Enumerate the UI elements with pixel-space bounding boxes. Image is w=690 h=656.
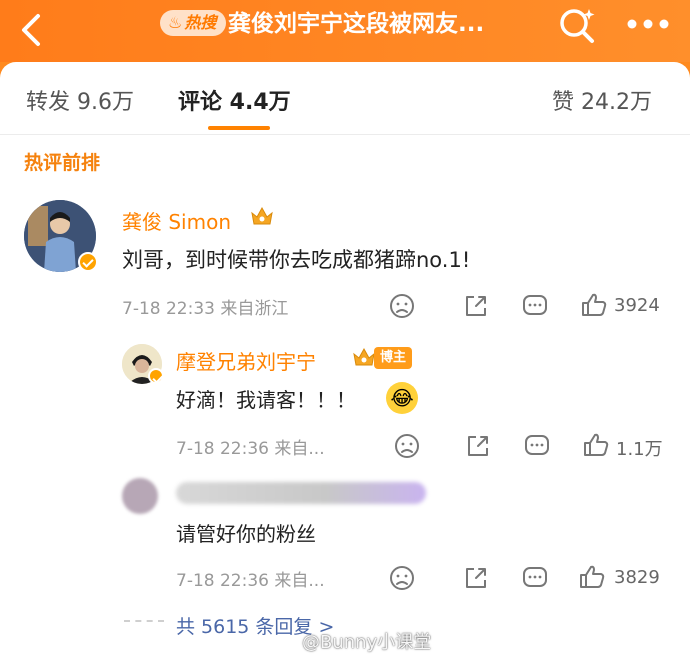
share-icon	[466, 296, 486, 316]
verified-badge-icon	[78, 252, 98, 272]
more-dots-icon	[627, 19, 669, 29]
comment-icon	[523, 567, 547, 587]
back-button[interactable]	[14, 10, 54, 50]
avatar[interactable]	[122, 478, 158, 514]
reply-button[interactable]	[521, 564, 549, 592]
like-button[interactable]	[578, 563, 606, 591]
section-title: 热评前排	[24, 152, 101, 174]
author-badge: 博主	[374, 347, 413, 369]
thumbs-up-icon	[580, 565, 605, 588]
active-tab-indicator	[208, 126, 270, 130]
reply-text: 请管好你的粉丝	[176, 522, 316, 546]
sad-face-icon	[395, 434, 419, 458]
sad-face-icon	[390, 566, 414, 590]
tab-comments[interactable]: 评论 4.4万	[178, 84, 291, 116]
share-icon	[466, 568, 486, 588]
share-icon	[468, 436, 488, 456]
hot-badge-label: 热搜	[184, 13, 217, 32]
like-count: 3924	[614, 295, 660, 316]
watermark: @Bunny小课堂	[302, 632, 432, 653]
reply-button[interactable]	[523, 432, 551, 460]
comment-meta: 7-18 22:33 来自浙江	[122, 299, 289, 319]
comments-panel: 转发 9.6万 评论 4.4万 赞 24.2万 热评前排 龚俊 Simon 刘哥…	[0, 62, 690, 656]
laughing-emoji-icon: 😂	[386, 382, 418, 414]
sad-face-icon	[390, 294, 414, 318]
flame-icon: ♨	[168, 13, 183, 32]
comment-icon	[525, 435, 549, 455]
comment-text: 刘哥，到时候带你去吃成都猪蹄no.1!	[122, 248, 471, 272]
tab-bar: 转发 9.6万 评论 4.4万 赞 24.2万	[0, 62, 690, 135]
verified-badge-icon	[148, 368, 164, 384]
page-title: 龚俊刘宇宁这段被网友...	[228, 11, 485, 37]
like-button[interactable]	[582, 431, 610, 459]
search-button[interactable]	[556, 5, 598, 45]
reply-meta: 7-18 22:36 来自...	[176, 439, 325, 459]
more-button[interactable]	[624, 14, 672, 34]
comment-username[interactable]: 龚俊 Simon	[122, 206, 231, 235]
crown-icon	[353, 347, 375, 366]
blurred-username	[176, 482, 426, 504]
comment-icon	[523, 295, 547, 315]
tab-likes[interactable]: 赞 24.2万	[552, 84, 652, 116]
back-arrow-icon	[22, 14, 40, 46]
thumbs-up-icon	[584, 433, 609, 456]
like-count: 1.1万	[616, 439, 663, 460]
dislike-button[interactable]	[388, 564, 416, 592]
top-bar: ♨ 热搜 龚俊刘宇宁这段被网友...	[0, 0, 690, 62]
reply-meta: 7-18 22:36 来自...	[176, 571, 325, 591]
divider	[124, 620, 164, 624]
dislike-button[interactable]	[388, 292, 416, 320]
reply-text: 好滴！我请客！！！	[176, 388, 356, 412]
search-sparkle-icon	[560, 9, 595, 43]
share-button[interactable]	[462, 564, 490, 592]
dislike-button[interactable]	[393, 432, 421, 460]
crown-icon	[251, 206, 273, 225]
thumbs-up-icon	[582, 293, 607, 316]
reply-username[interactable]: 摩登兄弟刘宇宁	[176, 346, 316, 375]
like-button[interactable]	[580, 291, 608, 319]
tab-reposts[interactable]: 转发 9.6万	[26, 84, 134, 116]
share-button[interactable]	[462, 292, 490, 320]
like-count: 3829	[614, 567, 660, 588]
hot-search-badge[interactable]: ♨ 热搜	[160, 10, 227, 36]
reply-button[interactable]	[521, 292, 549, 320]
share-button[interactable]	[464, 432, 492, 460]
